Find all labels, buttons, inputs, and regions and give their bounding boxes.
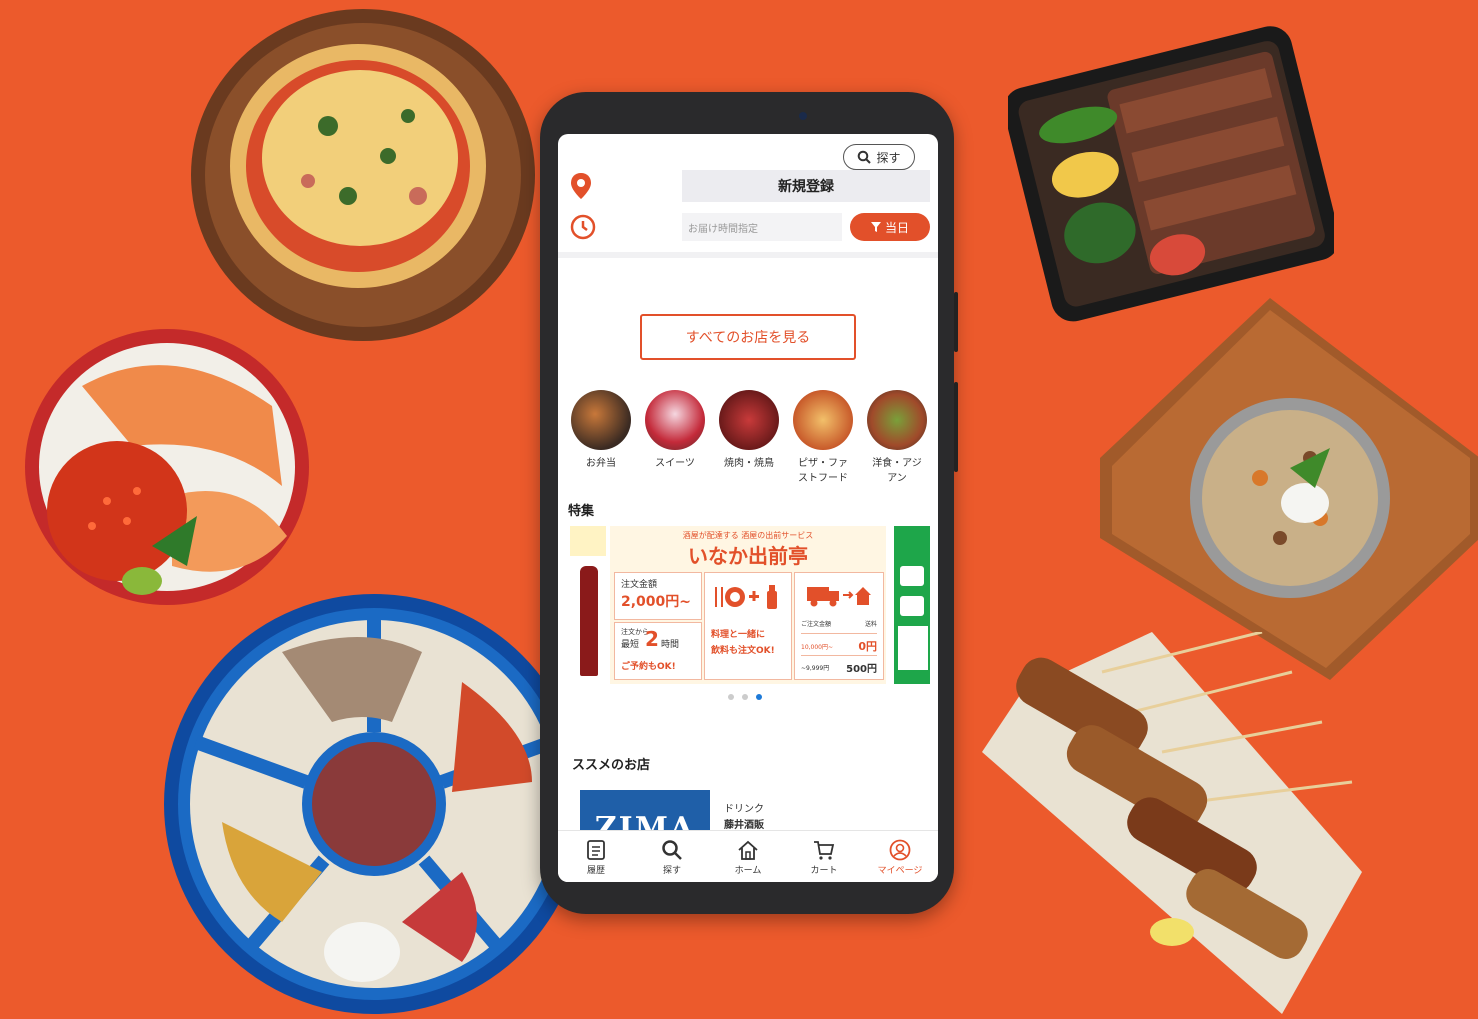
home-icon: [738, 840, 758, 860]
category-western-asian[interactable]: 洋食・アジ アン: [864, 390, 930, 486]
category-yakiniku[interactable]: 焼肉・焼鳥: [716, 390, 782, 471]
party-platter-image: [164, 594, 584, 1014]
carousel-dot-active[interactable]: [756, 694, 762, 700]
banner-title: いなか出前亭: [688, 544, 808, 568]
min-order-value: 2,000円~: [621, 594, 692, 610]
fee-table-header: ご注文金額 送料: [801, 619, 877, 628]
app-screen: 探す 新規登録 お届け時間指定 当日 すべてのお店を見る お弁当 スイーツ 焼肉…: [558, 134, 938, 882]
bottom-tab-bar: 履歴 探す ホーム カート マイページ: [558, 830, 938, 882]
fee-row-2: ~9,999円 500円: [801, 655, 877, 675]
tab-label: 探す: [662, 865, 681, 876]
fee-row1-amount: 10,000円~: [801, 643, 834, 651]
tab-mypage[interactable]: マイページ: [865, 839, 935, 876]
food-drink-icon: [715, 585, 777, 609]
clock-icon: [570, 214, 596, 240]
category-label: 洋食・アジ: [872, 458, 922, 469]
search-icon: [662, 839, 682, 860]
tab-history[interactable]: 履歴: [561, 839, 631, 876]
tab-label: 履歴: [586, 865, 605, 876]
tab-label: カート: [810, 865, 838, 876]
today-label: 当日: [884, 220, 909, 235]
category-pizza-image: [793, 390, 853, 450]
fee-row1-fee: 0円: [858, 640, 877, 653]
category-label: お弁当: [586, 458, 616, 469]
category-western-asian-image: [867, 390, 927, 450]
smartphone-frame: 探す 新規登録 お届け時間指定 当日 すべてのお店を見る お弁当 スイーツ 焼肉…: [540, 92, 958, 914]
shop-category: ドリンク: [724, 804, 764, 815]
cart-icon: [814, 840, 835, 860]
rice-bowl-image: [1100, 298, 1478, 680]
pizza-image: [191, 9, 535, 341]
truck-house-icon: [807, 587, 871, 607]
tab-home[interactable]: ホーム: [713, 839, 783, 876]
category-pizza[interactable]: ピザ・ファ ストフード: [790, 390, 856, 486]
location-pin-icon: [571, 173, 591, 199]
category-label-line2: ストフード: [798, 473, 848, 484]
search-button[interactable]: 探す: [843, 144, 915, 170]
category-yakiniku-image: [719, 390, 779, 450]
min-order-label: 注文金額: [621, 580, 658, 590]
carousel-prev-slide[interactable]: [566, 526, 606, 684]
fee-row2-amount: ~9,999円: [801, 665, 830, 672]
search-button-label: 探す: [876, 150, 901, 165]
recommended-heading: ススメのお店: [572, 758, 651, 773]
view-all-stores-label: すべてのお店を見る: [685, 330, 811, 346]
carousel-dot[interactable]: [728, 694, 734, 700]
register-button[interactable]: 新規登録: [682, 170, 930, 202]
category-label: 焼肉・焼鳥: [724, 458, 774, 469]
category-bento[interactable]: お弁当: [568, 390, 634, 471]
food-drink-card: 料理と一緒に 飲料も注文OK!: [704, 572, 792, 680]
delivery-time-placeholder: お届け時間指定: [688, 223, 758, 235]
section-divider: [558, 252, 938, 258]
carousel-dot[interactable]: [742, 694, 748, 700]
feature-banner[interactable]: 酒屋が配達する 酒屋の出前サービス いなか出前亭 注文金額 2,000円~ 注文…: [610, 526, 886, 684]
food-drink-line2: 飲料も注文OK!: [711, 646, 775, 656]
min-order-card: 注文金額 2,000円~: [614, 572, 702, 620]
food-drink-line1: 料理と一緒に: [711, 630, 766, 640]
lead-time-hours: 2: [645, 627, 659, 651]
category-sweets-image: [645, 390, 705, 450]
carousel-next-slide[interactable]: [894, 526, 930, 684]
carousel-indicator: [728, 694, 762, 700]
tab-search[interactable]: 探す: [637, 839, 707, 876]
tab-label: ホーム: [734, 865, 762, 876]
salmon-bowl-image: [25, 329, 309, 605]
shop-name: 藤井酒販: [724, 820, 764, 831]
category-sweets[interactable]: スイーツ: [642, 390, 708, 471]
reserve-ok: ご予約もOK!: [621, 662, 676, 672]
search-icon: [858, 150, 872, 164]
fee-row2-fee: 500円: [846, 664, 877, 675]
front-camera: [799, 112, 807, 120]
fee-header-amount: ご注文金額: [801, 621, 832, 628]
history-icon: [587, 839, 605, 860]
category-label-line2: アン: [887, 473, 907, 484]
yakitori-image: [982, 632, 1362, 1014]
lead-time-card: 注文から 最短 2 時間 ご予約もOK!: [614, 622, 702, 680]
fee-row-1: 10,000円~ 0円: [801, 633, 877, 654]
fee-header-shipping: 送料: [864, 621, 877, 628]
view-all-stores-button[interactable]: すべてのお店を見る: [640, 314, 856, 360]
register-label: 新規登録: [778, 179, 834, 195]
tab-cart[interactable]: カート: [789, 839, 859, 876]
tab-label: マイページ: [877, 865, 923, 876]
beef-bento-image: [1008, 26, 1334, 322]
delivery-fee-card: ご注文金額 送料 10,000円~ 0円 ~9,999円 500円: [794, 572, 884, 680]
lead-time-unit: 時間: [661, 640, 680, 650]
category-bento-image: [571, 390, 631, 450]
delivery-time-field[interactable]: お届け時間指定: [682, 213, 842, 241]
category-label: スイーツ: [655, 458, 695, 469]
today-filter-button[interactable]: 当日: [850, 213, 930, 241]
feature-heading: 特集: [568, 504, 595, 519]
lead-time-shortest: 最短: [621, 640, 640, 650]
category-label: ピザ・ファ: [798, 458, 848, 469]
user-icon: [889, 839, 911, 860]
filter-icon: [870, 222, 881, 232]
